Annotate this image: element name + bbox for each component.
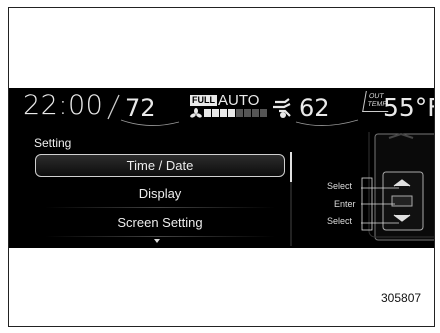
fan-level-bar [212,109,219,117]
fan-level-bar [228,109,235,117]
clock: 22:00 [23,90,104,121]
screen-title: Setting [34,136,72,150]
climate-status-bar: 22:00 72 FULL AUTO 62 OUT TEMP 55° [9,88,434,133]
fan-level-bar [244,109,251,117]
control-knob-illustration [361,132,434,241]
settings-menu: Time / Date Display Screen Setting [35,154,285,239]
menu-item-label: Screen Setting [117,215,203,230]
fan-level-bar [236,109,243,117]
scroll-thumb[interactable] [290,152,292,182]
menu-item-time-date[interactable]: Time / Date [35,154,285,177]
fan-level-bar [252,109,259,117]
outside-temp-value: 55°F [383,93,434,122]
select-up-label: Select [327,181,353,191]
auto-label: AUTO [218,92,260,109]
temp-left-underline [120,119,180,126]
select-down-label: Select [327,216,353,226]
fan-level-bar [220,109,227,117]
menu-item-screen-setting[interactable]: Screen Setting [35,210,285,237]
scrollbar[interactable] [290,152,292,246]
full-auto-badge: FULL [190,95,217,106]
fan-level-bar [260,109,267,117]
fan-speed-level [204,109,267,119]
display-screen: 22:00 72 FULL AUTO 62 OUT TEMP 55° Setti… [9,88,434,248]
chevron-down-icon[interactable] [154,239,160,243]
air-flow-icon [273,98,291,118]
menu-item-label: Display [138,186,182,201]
fan-level-bar [204,109,211,117]
menu-item-label: Time / Date [126,158,194,173]
menu-item-display[interactable]: Display [35,181,285,208]
enter-label: Enter [334,199,356,209]
slash-divider [107,94,120,120]
fan-icon [190,108,202,118]
temp-right-underline [295,119,359,126]
figure-number: 305807 [381,291,422,305]
figure-frame: 22:00 72 FULL AUTO 62 OUT TEMP 55° Setti… [8,7,435,327]
